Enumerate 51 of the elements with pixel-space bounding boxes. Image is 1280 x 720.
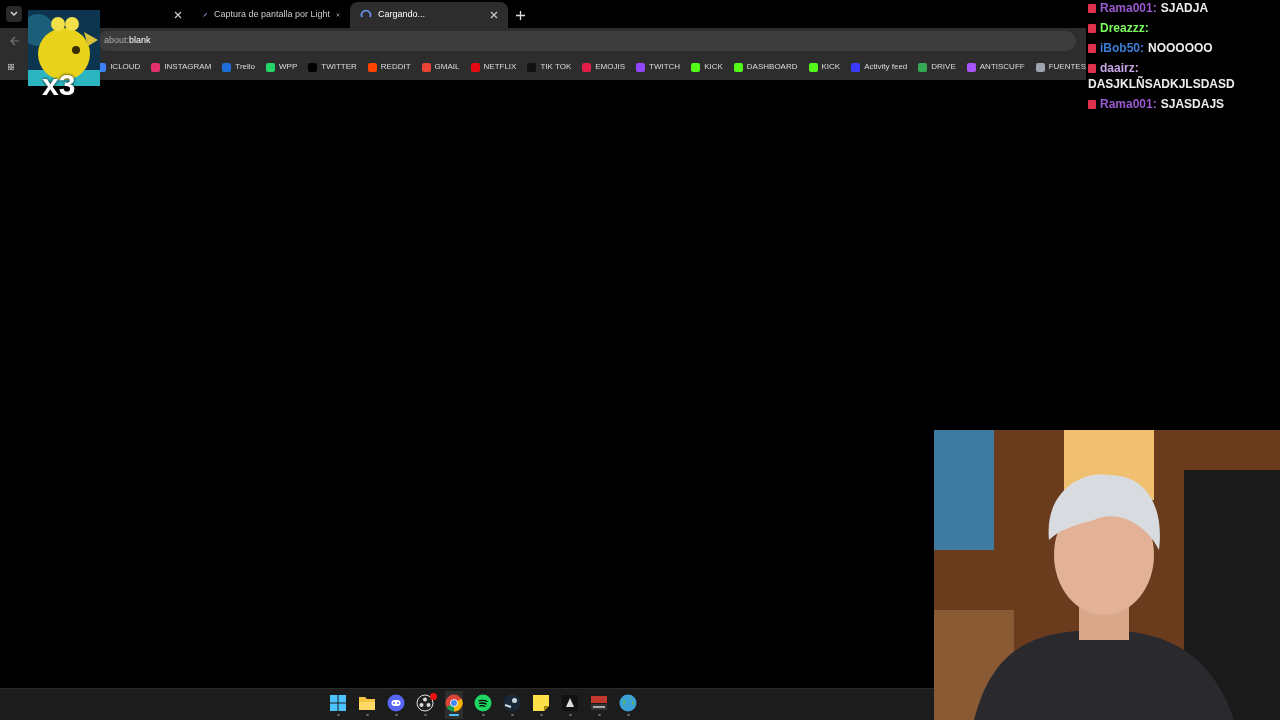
chat-message: DASJKLÑSADKJLSDASD <box>1088 76 1235 92</box>
bookmark-link[interactable]: TWITTER <box>308 61 357 73</box>
bookmark-link[interactable]: ANTISCUFF <box>966 61 1025 73</box>
chat-username: Rama001: <box>1100 96 1157 112</box>
chat-username: iBob50: <box>1100 40 1144 56</box>
bookmark-link[interactable]: KICK <box>691 61 723 73</box>
bookmark-link[interactable]: WPP <box>266 61 298 73</box>
bookmark-link[interactable]: INSTAGRAM <box>151 61 212 73</box>
bookmark-link[interactable]: Trello <box>222 61 256 73</box>
close-icon[interactable] <box>490 11 498 19</box>
chat-badge-icon <box>1088 99 1096 109</box>
chat-username: Dreazzz: <box>1100 20 1149 36</box>
windows-logo-icon <box>329 693 347 712</box>
browser-tab[interactable]: Captura de pantalla por Light <box>192 2 350 28</box>
bookmark-link[interactable]: TIK TOK <box>527 61 572 73</box>
music-app-icon <box>474 693 492 712</box>
game-controller-icon <box>387 693 405 712</box>
chevron-down-icon <box>10 11 18 17</box>
chat-message: SJASDAJS <box>1160 96 1225 112</box>
bookmark-link[interactable]: GMAIL <box>421 61 460 73</box>
chat-username: Rama001: <box>1100 0 1157 16</box>
browser-tab[interactable]: Cargando... <box>350 2 508 28</box>
chat-message: SJADJA <box>1160 0 1209 16</box>
sticky-note-icon <box>532 693 550 712</box>
chat-message: NOOOOOO <box>1148 40 1213 56</box>
browser-icon <box>445 693 463 712</box>
sticker-caption: x3 <box>42 70 76 100</box>
tab-title: Captura de pantalla por Light <box>213 8 331 22</box>
tab-search-button[interactable] <box>6 6 22 22</box>
bookmark-link[interactable]: Activity feed <box>851 61 908 73</box>
back-arrow-icon[interactable] <box>10 36 20 46</box>
record-app-icon <box>416 693 434 712</box>
close-icon[interactable] <box>174 11 182 19</box>
address-field[interactable]: about:blank <box>98 31 1076 51</box>
bookmark-link[interactable]: DRIVE <box>918 61 956 73</box>
taskbar-button[interactable] <box>445 690 463 719</box>
apps-grid-icon[interactable] <box>8 62 15 72</box>
bookmark-link[interactable]: DASHBOARD <box>733 61 798 73</box>
globe-icon <box>619 693 637 712</box>
bookmark-link[interactable]: REDDIT <box>367 61 411 73</box>
bookmark-link[interactable]: NETFLIX <box>470 61 517 73</box>
notification-badge <box>430 692 437 700</box>
tab-title: Cargando... <box>378 8 427 22</box>
bookmark-link[interactable]: TWITCH <box>636 61 681 73</box>
bookmark-link[interactable]: FUENTES <box>1035 61 1086 73</box>
bookmark-link[interactable]: KICK <box>808 61 841 73</box>
chat-username: daairz: <box>1100 60 1139 76</box>
app-icon <box>561 693 579 712</box>
mixer-app-icon <box>590 693 608 712</box>
bookmark-link[interactable]: EMOJIS <box>582 61 626 73</box>
new-tab-icon[interactable] <box>516 11 525 20</box>
